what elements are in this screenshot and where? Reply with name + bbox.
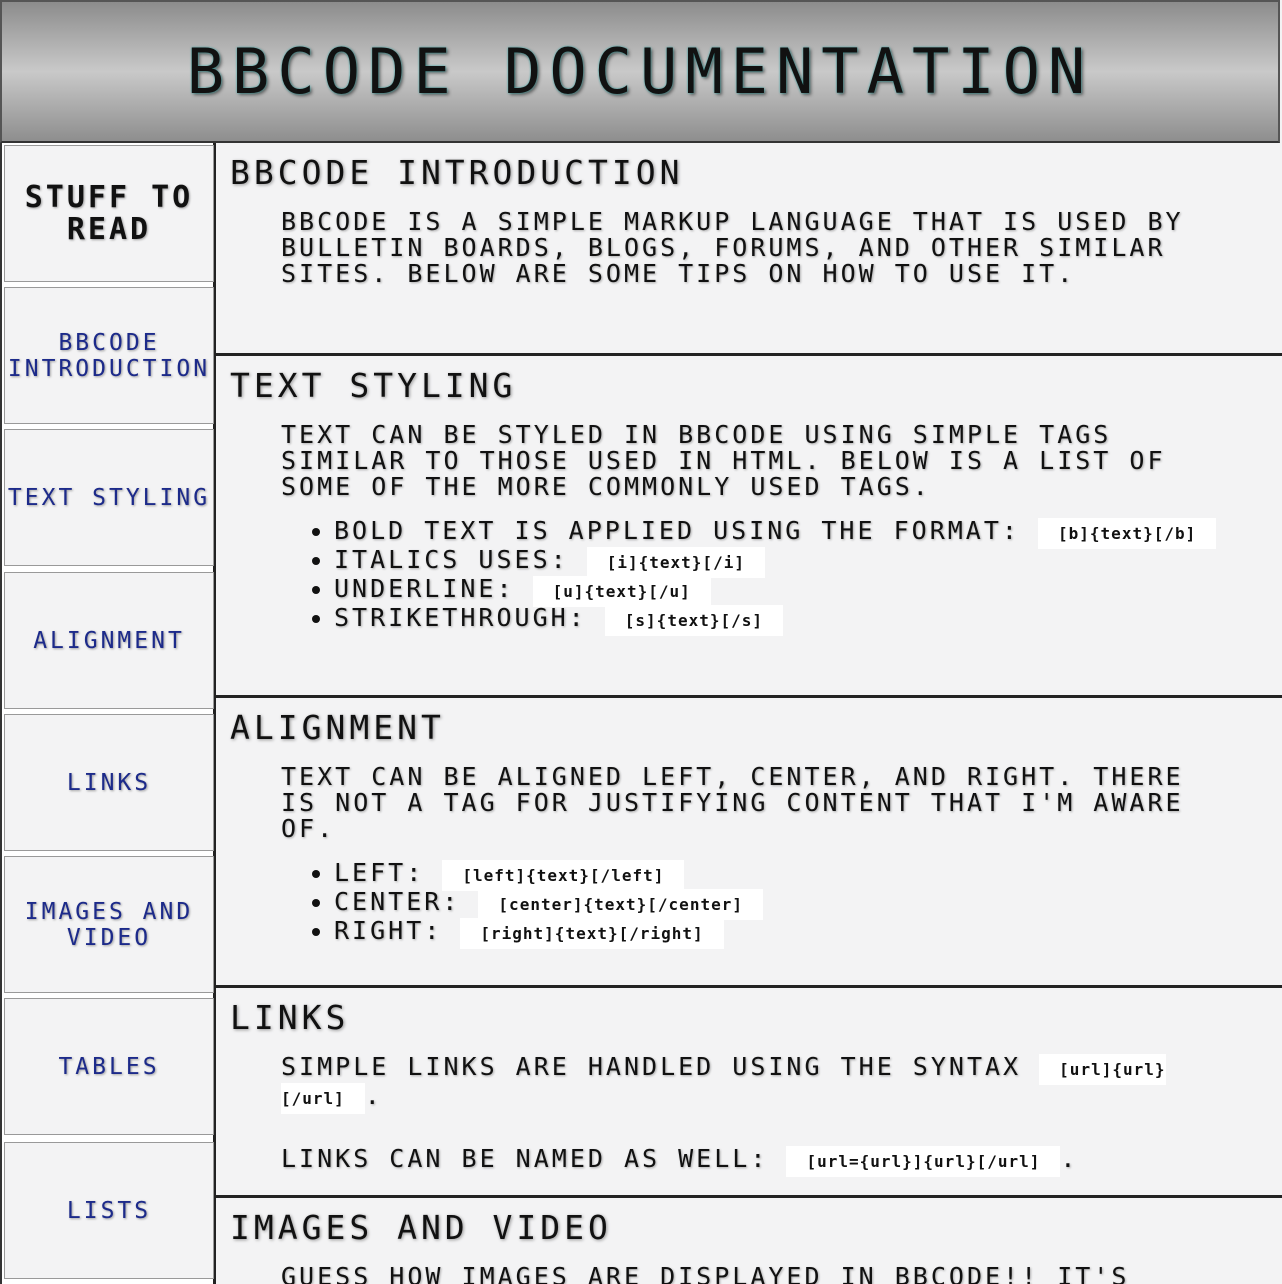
item-label: Left: (334, 858, 425, 887)
list-item: Underline: [u]{text}[/u] (334, 574, 1282, 607)
item-label: Strikethrough: (334, 603, 587, 632)
item-label: Bold text is applied using the format: (334, 516, 1020, 545)
code-sample: [center]{text}[/center] (478, 889, 763, 920)
sidebar-item-bbcode-introduction[interactable]: BBCode Introduction (4, 287, 214, 424)
section-title: Alignment (230, 708, 445, 747)
section-images-and-video: Images and Video Guess how images are di… (216, 1195, 1282, 1284)
item-label: Italics uses: (334, 545, 569, 574)
list-item: Bold text is applied using the format: [… (334, 516, 1282, 549)
section-alignment: Alignment Text can be aligned left, cent… (216, 695, 1282, 987)
section-text-styling: Text Styling Text can be styled in BBCod… (216, 353, 1282, 697)
links-p2-text: Links can be named as well: (281, 1144, 769, 1173)
section-body: Links can be named as well: [url={url}]{… (281, 1144, 1222, 1177)
sidebar-item-links[interactable]: Links (4, 714, 214, 851)
code-sample: [url={url}]{url}[/url] (786, 1146, 1061, 1177)
tag-list: Left: [left]{text}[/left] Center: [cente… (292, 858, 1282, 949)
links-p1-text: Simple links are handled using the synta… (281, 1052, 1022, 1081)
section-body: Simple links are handled using the synta… (281, 1052, 1222, 1114)
section-intro: BBCode Introduction BBCode is a simple m… (216, 143, 1282, 355)
section-body: Guess how images are displayed in BBCode… (281, 1262, 1130, 1284)
section-body: Text can be aligned left, center, and ri… (281, 762, 1184, 843)
tag-list: Bold text is applied using the format: [… (292, 516, 1282, 636)
list-item: Right: [right]{text}[/right] (334, 916, 1282, 949)
section-links: Links Simple links are handled using the… (216, 985, 1282, 1197)
list-item: Italics uses: [i]{text}[/i] (334, 545, 1282, 578)
sidebar-item-lists[interactable]: Lists (4, 1142, 214, 1279)
page-title: BBCode Documentation (186, 35, 1094, 108)
section-title: Links (230, 998, 350, 1037)
section-body: Text can be styled in BBCode using simpl… (281, 420, 1166, 501)
list-item: Left: [left]{text}[/left] (334, 858, 1282, 891)
sidebar-item-alignment[interactable]: Alignment (4, 572, 214, 709)
section-title: Text Styling (230, 366, 517, 405)
code-sample: [i]{text}[/i] (586, 547, 765, 578)
sidebar-heading: Stuff to Read (4, 145, 214, 282)
code-sample: [s]{text}[/s] (604, 605, 784, 636)
section-body: BBCode is a simple markup language that … (281, 207, 1184, 288)
code-sample: [right]{text}[/right] (460, 918, 724, 949)
page-header: BBCode Documentation (0, 0, 1280, 143)
section-title: Images and Video (230, 1208, 612, 1247)
section-title: BBCode Introduction (230, 153, 684, 192)
item-label: Center: (334, 887, 461, 916)
sidebar-nav: Stuff to Read BBCode Introduction Text S… (0, 143, 216, 1284)
item-label: Right: (334, 916, 443, 945)
item-label: Underline: (334, 574, 515, 603)
sidebar-item-images-and-video[interactable]: Images and Video (4, 856, 214, 993)
list-item: Strikethrough: [s]{text}[/s] (334, 603, 1282, 636)
code-sample: [b]{text}[/b] (1038, 518, 1217, 549)
main-content[interactable]: BBCode Introduction BBCode is a simple m… (216, 143, 1282, 1284)
code-sample: [left]{text}[/left] (442, 860, 685, 891)
period: . (364, 1081, 383, 1110)
period: . (1060, 1144, 1079, 1173)
list-item: Center: [center]{text}[/center] (334, 887, 1282, 920)
sidebar-item-tables[interactable]: Tables (4, 998, 214, 1135)
sidebar-item-text-styling[interactable]: Text Styling (4, 429, 214, 566)
